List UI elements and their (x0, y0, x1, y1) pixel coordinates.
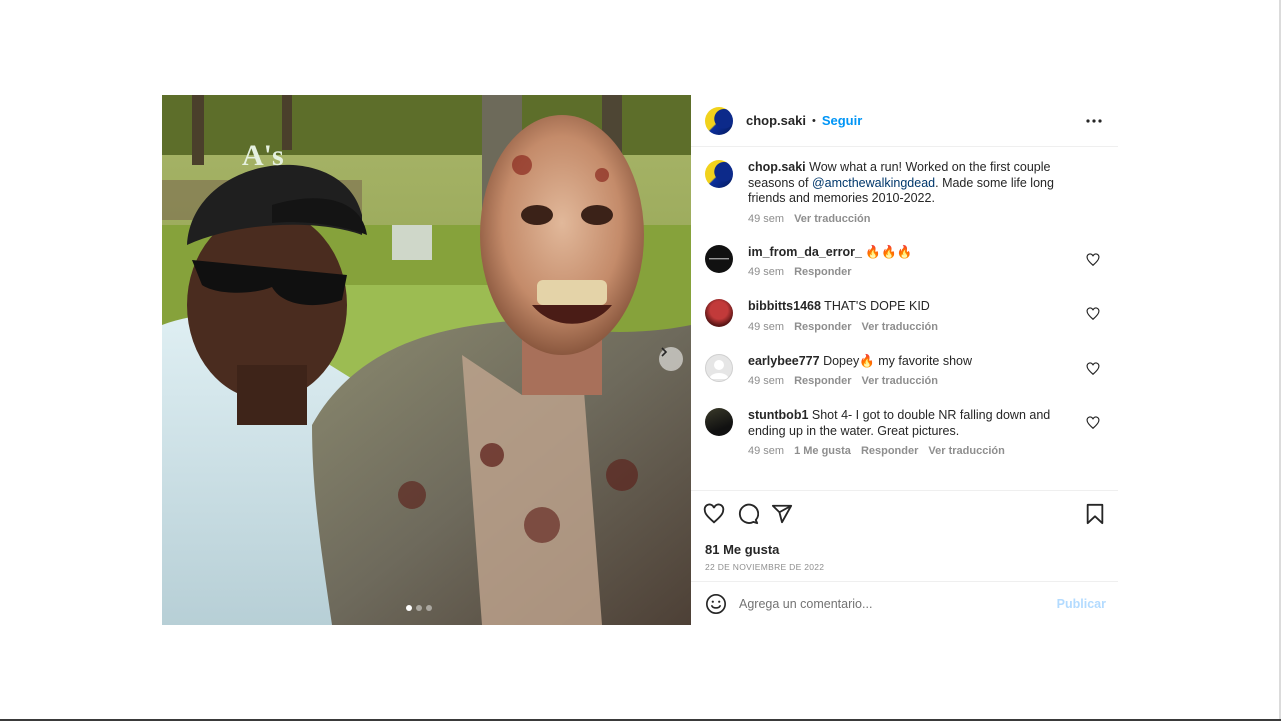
post-actions (691, 490, 1118, 542)
author-username[interactable]: chop.saki (746, 113, 806, 128)
carousel-dot (416, 605, 422, 611)
svg-text:A's: A's (242, 139, 284, 172)
mention-link[interactable]: @amcthewalkingdead (812, 176, 935, 190)
post-media[interactable]: A's (162, 95, 691, 625)
reply-button[interactable]: Responder (794, 266, 851, 278)
list-item: im_from_da_error_ 🔥🔥🔥 49 sem Responder (705, 244, 1104, 278)
heart-icon[interactable] (1086, 361, 1100, 376)
add-comment-bar: Publicar (691, 581, 1118, 625)
post-header: chop.saki • Seguir (691, 95, 1118, 147)
comment-username[interactable]: stuntbob1 (748, 408, 808, 422)
carousel-indicator (406, 605, 432, 611)
avatar[interactable] (705, 353, 733, 382)
post-date[interactable]: 22 DE NOVIEMBRE DE 2022 (691, 562, 1118, 572)
list-item: bibbitts1468 THAT'S DOPE KID 49 sem Resp… (705, 299, 1104, 333)
bookmark-icon[interactable] (1084, 503, 1106, 525)
paper-plane-icon[interactable] (771, 503, 793, 525)
comment-username[interactable]: bibbitts1468 (748, 299, 821, 313)
heart-icon[interactable] (703, 503, 725, 525)
more-options-icon (1086, 119, 1102, 123)
avatar[interactable] (705, 299, 733, 327)
comment-text: 🔥🔥🔥 (861, 244, 913, 259)
heart-icon[interactable] (1086, 416, 1100, 430)
translate-button[interactable]: Ver traducción (794, 213, 870, 225)
timestamp[interactable]: 49 sem (748, 213, 784, 225)
caption: chop.saki Wow what a run! Worked on the … (705, 160, 1104, 225)
carousel-dot (406, 605, 412, 611)
comment-text: THAT'S DOPE KID (820, 299, 930, 313)
comment-username[interactable]: earlybee777 (748, 354, 820, 368)
timestamp[interactable]: 49 sem (748, 375, 784, 387)
comment-text: Dopey🔥 my favorite show (819, 353, 973, 368)
carousel-dot (426, 605, 432, 611)
heart-icon[interactable] (1086, 252, 1100, 267)
avatar[interactable] (705, 408, 733, 436)
avatar-text-glyph (709, 257, 729, 259)
heart-icon[interactable] (1086, 307, 1100, 321)
likes-count[interactable]: 81 Me gusta (691, 542, 1118, 557)
comment-bubble-icon[interactable] (737, 503, 759, 525)
translate-button[interactable]: Ver traducción (862, 375, 938, 387)
emoji-smile-icon[interactable] (705, 593, 727, 615)
timestamp[interactable]: 49 sem (748, 445, 784, 457)
caption-username[interactable]: chop.saki (748, 160, 806, 174)
avatar[interactable] (705, 244, 733, 273)
reply-button[interactable]: Responder (794, 375, 851, 387)
carousel-next-button[interactable] (659, 347, 683, 371)
timestamp[interactable]: 49 sem (748, 321, 784, 333)
comments-list[interactable]: chop.saki Wow what a run! Worked on the … (691, 147, 1118, 490)
publish-button[interactable]: Publicar (1057, 597, 1106, 611)
timestamp[interactable]: 49 sem (748, 266, 784, 278)
post-photo: A's (162, 95, 691, 625)
translate-button[interactable]: Ver traducción (862, 321, 938, 333)
chevron-right-icon (661, 347, 668, 357)
list-item: earlybee777 Dopey🔥 my favorite show 49 s… (705, 353, 1104, 387)
post-side-panel: chop.saki • Seguir chop.saki Wow what a … (691, 95, 1118, 625)
more-options-button[interactable] (1084, 111, 1104, 131)
comment-input[interactable] (739, 596, 1039, 611)
reply-button[interactable]: Responder (794, 321, 851, 333)
comment-likes[interactable]: 1 Me gusta (794, 445, 851, 457)
default-avatar-icon (709, 359, 729, 379)
reply-button[interactable]: Responder (861, 445, 918, 457)
follow-button[interactable]: Seguir (822, 113, 862, 128)
avatar[interactable] (705, 160, 733, 188)
list-item: stuntbob1 Shot 4- I got to double NR fal… (705, 408, 1104, 457)
avatar[interactable] (705, 106, 733, 135)
translate-button[interactable]: Ver traducción (928, 445, 1004, 457)
comment-username[interactable]: im_from_da_error_ (748, 245, 862, 259)
post-dialog: A's chop.saki • Seguir chop.saki Wow wha… (162, 95, 1118, 625)
separator-dot: • (811, 114, 816, 127)
caption-text: chop.saki Wow what a run! Worked on the … (748, 160, 1068, 207)
